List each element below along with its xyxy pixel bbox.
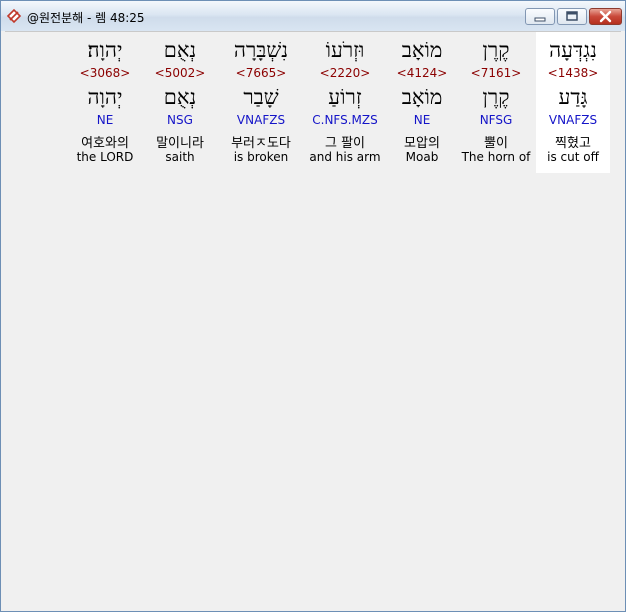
parsing-code: NFSG: [479, 113, 513, 127]
maximize-button[interactable]: [557, 8, 587, 25]
parsing-code: VNAFZS: [548, 113, 598, 127]
strong-number[interactable]: <4124>: [388, 66, 456, 80]
title-bar[interactable]: @원전분해 - 렘 48:25: [1, 1, 625, 31]
english-gloss: The horn of: [461, 150, 531, 164]
hebrew-word: נִגְדְּעָה: [549, 38, 597, 62]
hebrew-root: נְאֻם: [163, 85, 197, 109]
hebrew-root: מוֹאָב: [401, 85, 443, 109]
english-gloss: saith: [165, 150, 195, 164]
strong-number[interactable]: <7161>: [460, 66, 532, 80]
hebrew-word: יְהוָה׃: [87, 38, 123, 62]
hebrew-word: וּזְרֹעוֹ: [325, 38, 365, 62]
strong-number[interactable]: <3068>: [72, 66, 138, 80]
hebrew-root: יְהוָה: [87, 85, 123, 109]
word-column-5[interactable]: נִשְׁבָּרָה <7665> שָׁבַר VNAFZS 부러ㅈ도다 i…: [221, 32, 301, 173]
word-column-7[interactable]: יְהוָה׃ <3068> יְהוָה NE 여호와의 the LORD: [72, 32, 138, 173]
word-column-4[interactable]: וּזְרֹעוֹ <2220> זְרוֹעַ C.NFS.MZS 그 팔이 …: [305, 32, 385, 173]
korean-gloss: 찍혔고: [555, 136, 591, 151]
word-column-6[interactable]: נְאֻם <5002> נְאֻם NSG 말이니라 saith: [147, 32, 213, 173]
korean-gloss: 말이니라: [156, 136, 204, 151]
word-column-3[interactable]: מוֹאָב <4124> מוֹאָב NE 모압의 Moab: [388, 32, 456, 173]
parsing-code: NE: [413, 113, 431, 127]
strong-number[interactable]: <1438>: [536, 66, 610, 80]
hebrew-word: נְאֻם: [163, 38, 197, 62]
close-button[interactable]: [589, 8, 622, 25]
interlinear-panel: נִגְדְּעָה <1438> גָּדַע VNAFZS 찍혔고 is c…: [5, 31, 621, 608]
english-gloss: and his arm: [309, 150, 381, 164]
korean-gloss: 뿔이: [484, 136, 508, 151]
hebrew-root: גָּדַע: [558, 85, 588, 109]
hebrew-word: קֶרֶן: [482, 38, 510, 62]
english-gloss: the LORD: [76, 150, 134, 164]
word-column-1[interactable]: נִגְדְּעָה <1438> גָּדַע VNAFZS 찍혔고 is c…: [536, 32, 610, 173]
korean-gloss: 모압의: [404, 136, 440, 151]
window-title: @원전분해 - 렘 48:25: [27, 11, 145, 25]
app-window: @원전분해 - 렘 48:25 נִגְדְּעָה <1438> גָּדַע…: [0, 0, 626, 612]
korean-gloss: 그 팔이: [324, 136, 365, 151]
strong-number[interactable]: <5002>: [147, 66, 213, 80]
english-gloss: is cut off: [547, 150, 599, 164]
strong-number[interactable]: <2220>: [305, 66, 385, 80]
parsing-code: C.NFS.MZS: [312, 113, 378, 127]
hebrew-root: שָׁבַר: [243, 85, 279, 109]
strong-number[interactable]: <7665>: [221, 66, 301, 80]
korean-gloss: 부러ㅈ도다: [231, 136, 291, 151]
close-icon: [599, 10, 612, 23]
hebrew-root: זְרוֹעַ: [328, 85, 362, 109]
korean-gloss: 여호와의: [81, 136, 129, 151]
english-gloss: is broken: [233, 150, 289, 164]
minimize-icon: [534, 17, 546, 22]
hebrew-word: נִשְׁבָּרָה: [233, 38, 289, 62]
word-column-2[interactable]: קֶרֶן <7161> קֶרֶן NFSG 뿔이 The horn of: [460, 32, 532, 173]
hebrew-word: מוֹאָב: [401, 38, 443, 62]
hebrew-root: קֶרֶן: [482, 85, 510, 109]
parsing-code: NE: [96, 113, 114, 127]
english-gloss: Moab: [405, 150, 439, 164]
parsing-code: NSG: [167, 113, 193, 127]
parsing-code: VNAFZS: [236, 113, 286, 127]
minimize-button[interactable]: [525, 8, 555, 25]
maximize-icon: [566, 11, 578, 21]
app-logo-icon: [6, 8, 22, 24]
